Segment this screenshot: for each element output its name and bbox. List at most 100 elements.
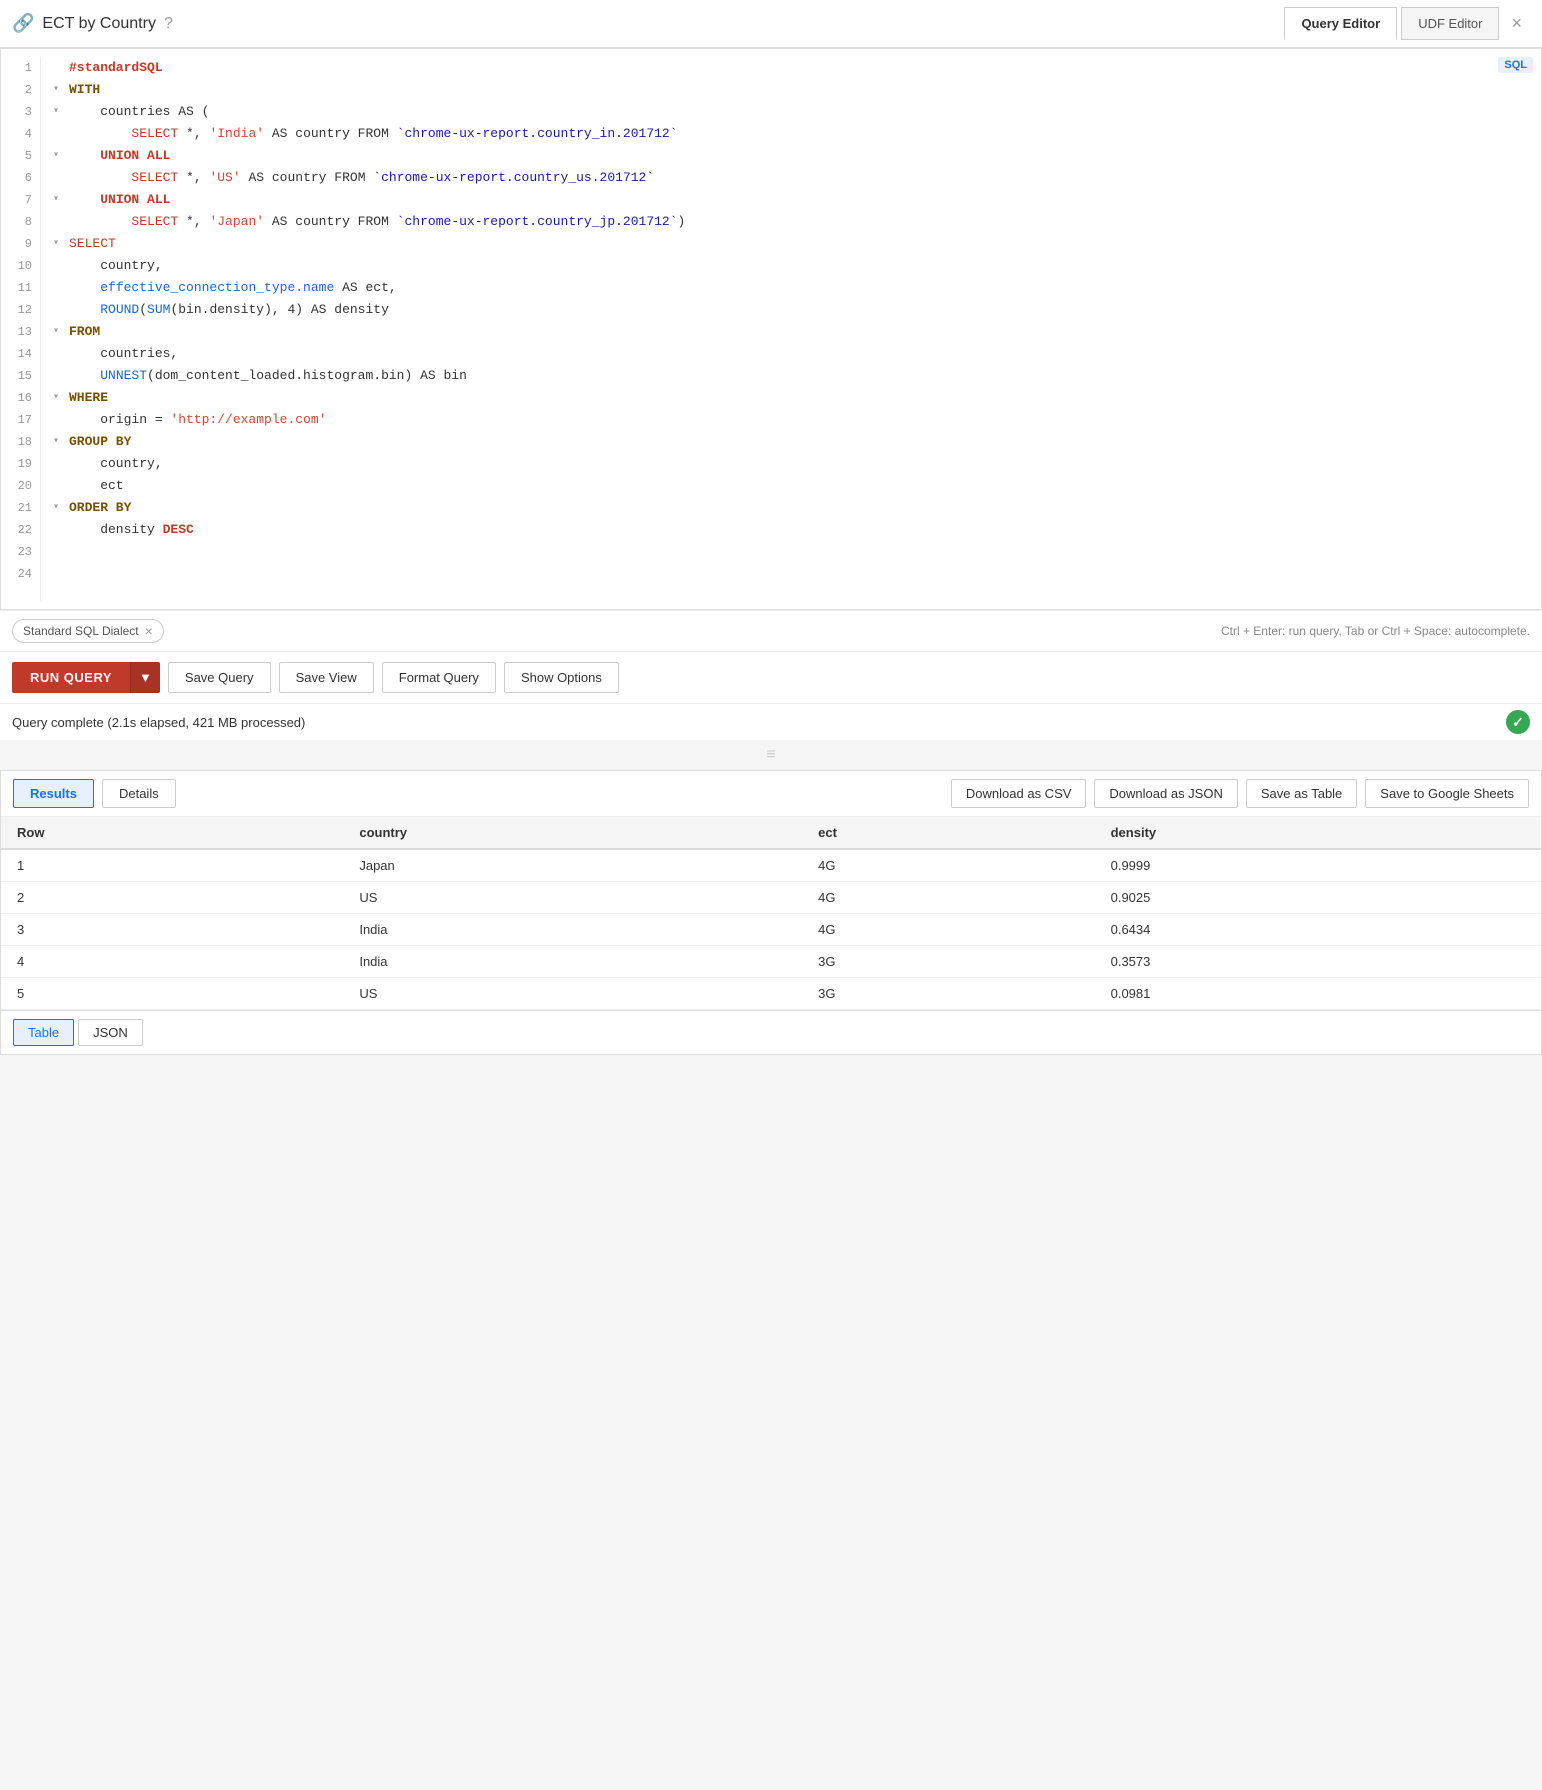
- fold-arrow-icon[interactable]: ▾: [53, 189, 65, 211]
- status-check-icon: ✓: [1506, 710, 1530, 734]
- code-line: ▾FROM: [53, 321, 1529, 343]
- code-lines[interactable]: #standardSQL▾WITH▾ countries AS ( SELECT…: [41, 57, 1541, 601]
- table-cell: 0.9999: [1095, 849, 1541, 882]
- code-line: SELECT *, 'India' AS country FROM `chrom…: [53, 123, 1529, 145]
- drag-divider[interactable]: ≡: [0, 740, 1542, 770]
- format-query-button[interactable]: Format Query: [382, 662, 496, 693]
- table-row: 5US3G0.0981: [1, 978, 1541, 1010]
- fold-arrow-icon[interactable]: ▾: [53, 145, 65, 167]
- save-view-button[interactable]: Save View: [279, 662, 374, 693]
- table-column-header: Row: [1, 817, 343, 849]
- table-column-header: country: [343, 817, 802, 849]
- table-cell: 0.9025: [1095, 882, 1541, 914]
- table-cell: 4: [1, 946, 343, 978]
- code-line: SELECT *, 'US' AS country FROM `chrome-u…: [53, 167, 1529, 189]
- table-cell: US: [343, 978, 802, 1010]
- code-line: ▾ countries AS (: [53, 101, 1529, 123]
- save-to-sheets-button[interactable]: Save to Google Sheets: [1365, 779, 1529, 808]
- fold-arrow-icon[interactable]: ▾: [53, 101, 65, 123]
- code-line: country,: [53, 255, 1529, 277]
- code-line: ▾ UNION ALL: [53, 189, 1529, 211]
- table-row: 3India4G0.6434: [1, 914, 1541, 946]
- code-line: ▾WHERE: [53, 387, 1529, 409]
- table-row: 2US4G0.9025: [1, 882, 1541, 914]
- results-tab-details[interactable]: Details: [102, 779, 176, 808]
- status-text: Query complete (2.1s elapsed, 421 MB pro…: [12, 715, 305, 730]
- code-line: ect: [53, 475, 1529, 497]
- results-section: Results Details Download as CSV Download…: [0, 770, 1542, 1055]
- fold-arrow-icon[interactable]: ▾: [53, 497, 65, 519]
- header: 🔗 ECT by Country ? Query Editor UDF Edit…: [0, 0, 1542, 48]
- code-line: UNNEST(dom_content_loaded.histogram.bin)…: [53, 365, 1529, 387]
- dialect-close-icon[interactable]: ×: [145, 623, 153, 639]
- run-query-button[interactable]: RUN QUERY: [12, 662, 130, 693]
- status-bar: Query complete (2.1s elapsed, 421 MB pro…: [0, 703, 1542, 740]
- table-cell: 0.6434: [1095, 914, 1541, 946]
- table-cell: 0.3573: [1095, 946, 1541, 978]
- close-button[interactable]: ×: [1503, 9, 1530, 38]
- fold-arrow-icon[interactable]: ▾: [53, 79, 65, 101]
- sql-badge: SQL: [1498, 57, 1533, 73]
- table-column-header: ect: [802, 817, 1095, 849]
- save-as-table-button[interactable]: Save as Table: [1246, 779, 1357, 808]
- run-button-group: RUN QUERY ▼: [12, 662, 160, 693]
- table-cell: 4G: [802, 849, 1095, 882]
- results-toolbar: Results Details Download as CSV Download…: [1, 771, 1541, 817]
- table-cell: 3G: [802, 978, 1095, 1010]
- run-query-arrow-button[interactable]: ▼: [130, 662, 160, 693]
- download-json-button[interactable]: Download as JSON: [1094, 779, 1237, 808]
- code-line: ▾ORDER BY: [53, 497, 1529, 519]
- action-bar: RUN QUERY ▼ Save Query Save View Format …: [0, 651, 1542, 703]
- code-line: ▾SELECT: [53, 233, 1529, 255]
- table-cell: US: [343, 882, 802, 914]
- code-line: country,: [53, 453, 1529, 475]
- bottom-tab-table[interactable]: Table: [13, 1019, 74, 1046]
- editor-container: SQL 123456789101112131415161718192021222…: [0, 48, 1542, 610]
- code-line: origin = 'http://example.com': [53, 409, 1529, 431]
- dialect-label: Standard SQL Dialect: [23, 624, 139, 638]
- table-row: 1Japan4G0.9999: [1, 849, 1541, 882]
- code-line: ▾WITH: [53, 79, 1529, 101]
- tab-query-editor[interactable]: Query Editor: [1284, 7, 1397, 40]
- table-cell: 1: [1, 849, 343, 882]
- code-line: ▾ UNION ALL: [53, 145, 1529, 167]
- dialect-bar: Standard SQL Dialect × Ctrl + Enter: run…: [0, 610, 1542, 651]
- code-line: countries,: [53, 343, 1529, 365]
- save-query-button[interactable]: Save Query: [168, 662, 271, 693]
- fold-arrow-icon[interactable]: ▾: [53, 431, 65, 453]
- shortcut-hint: Ctrl + Enter: run query, Tab or Ctrl + S…: [1221, 624, 1530, 638]
- line-numbers: 123456789101112131415161718192021222324: [1, 57, 41, 601]
- code-line: SELECT *, 'Japan' AS country FROM `chrom…: [53, 211, 1529, 233]
- table-cell: 3: [1, 914, 343, 946]
- page-title: ECT by Country: [42, 15, 156, 33]
- table-cell: India: [343, 946, 802, 978]
- dialect-tag[interactable]: Standard SQL Dialect ×: [12, 619, 164, 643]
- header-right: Query Editor UDF Editor ×: [1284, 7, 1530, 40]
- link-icon: 🔗: [12, 13, 34, 34]
- code-line: effective_connection_type.name AS ect,: [53, 277, 1529, 299]
- fold-arrow-icon[interactable]: ▾: [53, 233, 65, 255]
- help-icon[interactable]: ?: [164, 15, 173, 33]
- tab-udf-editor[interactable]: UDF Editor: [1401, 7, 1499, 40]
- download-csv-button[interactable]: Download as CSV: [951, 779, 1087, 808]
- show-options-button[interactable]: Show Options: [504, 662, 619, 693]
- code-line: density DESC: [53, 519, 1529, 541]
- results-tab-results[interactable]: Results: [13, 779, 94, 808]
- fold-arrow-icon[interactable]: ▾: [53, 321, 65, 343]
- table-cell: 5: [1, 978, 343, 1010]
- results-table: Rowcountryectdensity 1Japan4G0.99992US4G…: [1, 817, 1541, 1010]
- table-cell: 4G: [802, 914, 1095, 946]
- table-cell: 3G: [802, 946, 1095, 978]
- table-cell: India: [343, 914, 802, 946]
- bottom-tabs: Table JSON: [1, 1010, 1541, 1054]
- table-column-header: density: [1095, 817, 1541, 849]
- code-line: ROUND(SUM(bin.density), 4) AS density: [53, 299, 1529, 321]
- code-line: ▾GROUP BY: [53, 431, 1529, 453]
- table-cell: 2: [1, 882, 343, 914]
- code-editor[interactable]: 123456789101112131415161718192021222324 …: [1, 49, 1541, 609]
- table-cell: 0.0981: [1095, 978, 1541, 1010]
- table-cell: 4G: [802, 882, 1095, 914]
- fold-arrow-icon[interactable]: ▾: [53, 387, 65, 409]
- bottom-tab-json[interactable]: JSON: [78, 1019, 143, 1046]
- table-row: 4India3G0.3573: [1, 946, 1541, 978]
